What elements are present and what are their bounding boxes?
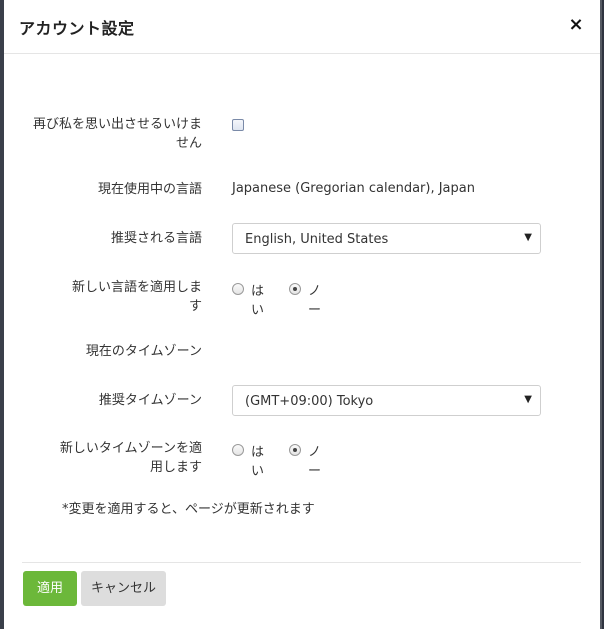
caret-down-icon: ▼ [524, 232, 532, 243]
apply-timezone-row: 新しいタイムゾーンを適用します はい ノー [4, 439, 600, 479]
dialog-title: アカウント設定 [19, 19, 135, 38]
recommended-timezone-select[interactable]: (GMT+09:00) Tokyo ▼ [232, 385, 541, 416]
remember-me-row: 再び私を思い出させるいけません [4, 115, 600, 155]
remember-me-checkbox[interactable] [232, 119, 244, 131]
caret-down-icon: ▼ [524, 394, 532, 405]
dialog-header: アカウント設定 × [4, 0, 600, 54]
close-button[interactable]: × [565, 14, 587, 36]
apply-language-row: 新しい言語を適用します はい ノー [4, 278, 600, 318]
apply-language-label: 新しい言語を適用します [71, 280, 202, 314]
current-timezone-label: 現在のタイムゾーン [85, 344, 202, 359]
close-icon: × [568, 14, 584, 35]
recommended-language-row: 推奨される言語 English, United States ▼ [4, 223, 600, 255]
apply-language-yes-radio[interactable] [232, 283, 244, 295]
current-language-row: 現在使用中の言語 Japanese (Gregorian calendar), … [4, 180, 600, 200]
apply-timezone-label: 新しいタイムゾーンを適用します [59, 441, 202, 475]
recommended-timezone-label: 推奨タイムゾーン [98, 393, 202, 408]
apply-timezone-no-label[interactable]: ノー [308, 441, 321, 479]
apply-timezone-yes-radio[interactable] [232, 444, 244, 456]
apply-timezone-yes-label[interactable]: はい [251, 441, 264, 479]
remember-me-label: 再び私を思い出させるいけません [32, 117, 202, 151]
current-language-value: Japanese (Gregorian calendar), Japan [232, 181, 475, 196]
current-language-label: 現在使用中の言語 [97, 182, 202, 197]
recommended-language-select[interactable]: English, United States ▼ [232, 223, 541, 254]
apply-language-no-radio[interactable] [289, 283, 301, 295]
current-timezone-row: 現在のタイムゾーン [4, 342, 600, 362]
apply-timezone-no-radio[interactable] [289, 444, 301, 456]
apply-language-no-label[interactable]: ノー [308, 280, 321, 318]
recommended-timezone-row: 推奨タイムゾーン (GMT+09:00) Tokyo ▼ [4, 385, 600, 417]
recommended-timezone-selected: (GMT+09:00) Tokyo [245, 394, 374, 409]
refresh-note: *変更を適用すると、ページが更新されます [62, 502, 315, 517]
recommended-language-label: 推奨される言語 [110, 231, 202, 246]
cancel-button[interactable]: キャンセル [81, 571, 166, 606]
apply-language-yes-label[interactable]: はい [251, 280, 264, 318]
footer-divider [22, 562, 581, 563]
apply-button[interactable]: 適用 [23, 571, 77, 606]
account-settings-dialog: アカウント設定 × 再び私を思い出させるいけません 現在使用中の言語 Japan… [4, 0, 602, 629]
recommended-language-selected: English, United States [245, 232, 389, 247]
